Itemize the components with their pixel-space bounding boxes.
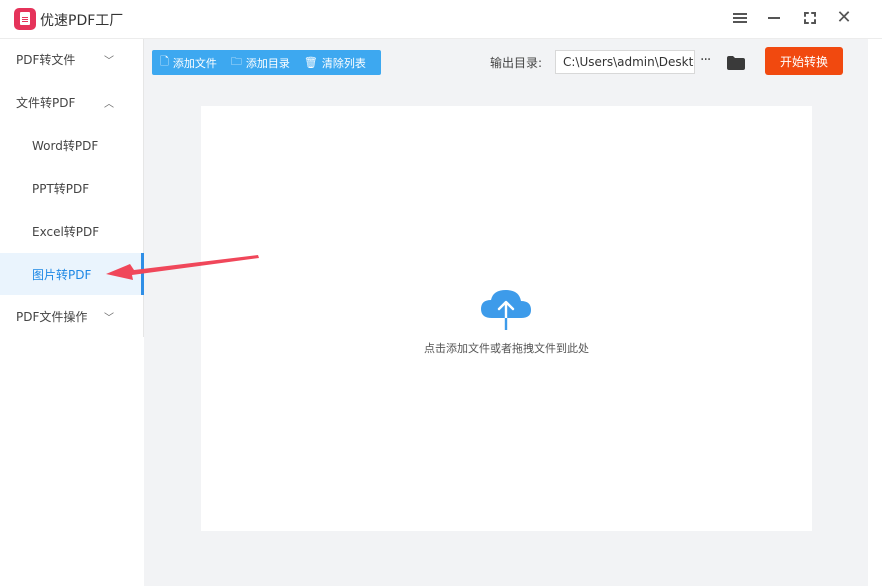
add-folder-button[interactable]: 🗀 添加目录 — [231, 53, 290, 72]
sidebar-item-label: Excel转PDF — [32, 224, 100, 239]
maximize-icon[interactable] — [799, 8, 821, 28]
sidebar-item-ppt-to-pdf[interactable]: PPT转PDF — [0, 168, 143, 208]
add-file-button[interactable]: 🗋 添加文件 — [160, 53, 217, 72]
add-file-label: 添加文件 — [172, 56, 217, 70]
start-convert-button[interactable]: 开始转换 — [765, 47, 843, 75]
sidebar: PDF转文件 ﹀ 文件转PDF ︿ Word转PDF PPT转PDF Excel… — [0, 39, 144, 337]
app-title: 优速PDF工厂 — [40, 13, 124, 29]
chevron-down-icon: ﹀ — [104, 55, 114, 67]
sidebar-item-pdf-operations[interactable]: PDF文件操作 ﹀ — [0, 296, 143, 336]
sidebar-item-file-to-pdf[interactable]: 文件转PDF ︿ — [0, 82, 143, 122]
output-dir-label: 输出目录: — [490, 56, 543, 70]
sidebar-item-excel-to-pdf[interactable]: Excel转PDF — [0, 211, 143, 251]
trash-icon: 🗑 — [303, 56, 318, 69]
sidebar-item-label: PDF转文件 — [16, 52, 76, 67]
add-folder-label: 添加目录 — [245, 56, 290, 70]
sidebar-item-label: Word转PDF — [32, 138, 99, 153]
sidebar-item-pdf-to-file[interactable]: PDF转文件 ﹀ — [0, 39, 143, 79]
sidebar-item-label: PDF文件操作 — [16, 309, 88, 324]
sidebar-item-label: 图片转PDF — [32, 267, 92, 282]
app-logo-icon — [14, 8, 36, 30]
clear-list-button[interactable]: 🗑 清除列表 — [304, 55, 366, 71]
sidebar-item-word-to-pdf[interactable]: Word转PDF — [0, 125, 143, 165]
file-toolbar: 🗋 添加文件 🗀 添加目录 🗑 清除列表 — [152, 50, 381, 75]
folder-icon[interactable] — [727, 55, 745, 70]
drop-hint-text: 点击添加文件或者拖拽文件到此处 — [424, 342, 589, 355]
chevron-down-icon: ﹀ — [104, 312, 114, 324]
title-bar: 优速PDF工厂 ✕ — [0, 0, 882, 39]
clear-list-label: 清除列表 — [321, 56, 366, 70]
chevron-up-icon: ︿ — [104, 98, 114, 110]
annotation-arrow-icon — [104, 250, 264, 285]
sidebar-item-label: 文件转PDF — [16, 95, 76, 110]
output-dir-input[interactable]: C:\Users\admin\Deskto — [555, 50, 695, 74]
more-options-button[interactable]: ··· — [700, 52, 711, 68]
folder-outline-icon: 🗀 — [230, 55, 242, 68]
file-icon: 🗋 — [160, 55, 169, 68]
minimize-icon[interactable] — [763, 8, 785, 28]
sidebar-item-label: PPT转PDF — [32, 181, 90, 196]
cloud-upload-icon[interactable] — [479, 286, 533, 332]
close-icon[interactable]: ✕ — [833, 8, 855, 28]
menu-icon[interactable] — [729, 8, 751, 28]
